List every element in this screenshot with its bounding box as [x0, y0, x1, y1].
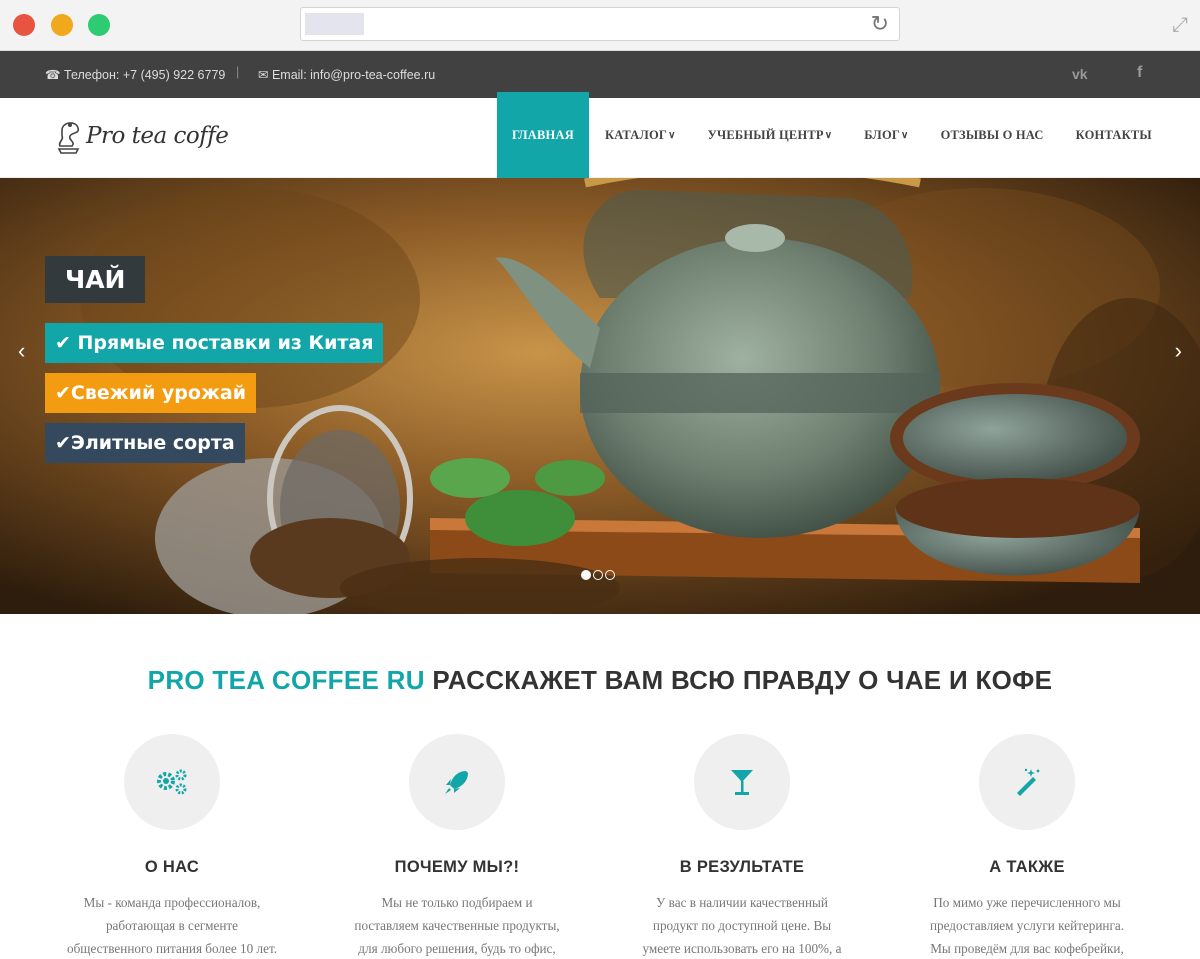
email-text: Email: info@pro-tea-coffee.ru: [271, 68, 436, 82]
feature-title: О НАС: [144, 858, 200, 876]
slide-bullet: ✔ Прямые поставки из Китая: [45, 323, 384, 363]
nav-label: ГЛАВНАЯ: [512, 127, 574, 142]
nav-reviews[interactable]: ОТЗЫВЫ О НАС: [925, 92, 1060, 178]
chevron-down-icon: ∨: [668, 129, 676, 141]
feature-icon-circle: [409, 734, 505, 830]
slide-dot[interactable]: [605, 570, 615, 580]
site-logo[interactable]: Pro tea coffe: [56, 116, 229, 156]
site-header: Pro tea coffe ГЛАВНАЯ КАТАЛОГ ∨ УЧЕБНЫЙ Ц…: [0, 92, 1200, 178]
nav-label: БЛОГ: [864, 127, 901, 142]
slider-pagination: [581, 570, 615, 580]
feature-also: А ТАКЖЕ По мимо уже перечисленного мы пр…: [902, 696, 1152, 959]
url-placeholder: [305, 13, 364, 35]
chevron-down-icon: ∨: [901, 129, 909, 141]
nav-training-center[interactable]: УЧЕБНЫЙ ЦЕНТР ∨: [692, 92, 849, 178]
feature-why-us: ПОЧЕМУ МЫ?! Мы не только подбираем и пос…: [332, 696, 582, 959]
feature-icon-circle: [124, 734, 220, 830]
feature-title: В РЕЗУЛЬТАТЕ: [679, 858, 805, 876]
nav-blog[interactable]: БЛОГ ∨: [848, 92, 924, 178]
vk-icon[interactable]: vk: [1072, 66, 1088, 82]
nav-home[interactable]: ГЛАВНАЯ: [497, 92, 589, 178]
reload-icon[interactable]: ↻: [871, 13, 889, 35]
facebook-icon[interactable]: f: [1137, 64, 1142, 82]
nav-label: УЧЕБНЫЙ ЦЕНТР: [707, 127, 824, 142]
section-headline: PRO TEA COFFEE RU РАССКАЖЕТ ВАМ ВСЮ ПРАВ…: [0, 665, 1200, 696]
feature-text: У вас в наличии качественный продукт по …: [642, 895, 842, 956]
fullscreen-icon[interactable]: ⤢: [1172, 14, 1188, 37]
main-nav: ГЛАВНАЯ КАТАЛОГ ∨ УЧЕБНЫЙ ЦЕНТР ∨ БЛОГ ∨ ОТ…: [497, 92, 1168, 178]
rocket-icon: [445, 771, 468, 794]
phone-text: Телефон: +7 (495) 922 6779: [64, 68, 226, 82]
maximize-window-button[interactable]: [88, 14, 110, 36]
hero-slider: ЧАЙ ✔ Прямые поставки из Китая ✔Свежий у…: [0, 178, 1200, 614]
next-slide-arrow-icon[interactable]: ›: [1175, 338, 1182, 364]
address-bar[interactable]: ↻: [300, 7, 900, 41]
feature-title: А ТАКЖЕ: [989, 858, 1065, 876]
slide-title: ЧАЙ: [45, 256, 146, 303]
features-section: О НАС Мы - команда профессионалов, работ…: [0, 696, 1200, 956]
phone-info: ☎ Телефон: +7 (495) 922 6779: [45, 68, 226, 82]
feature-text: Мы - команда профессионалов, работающая …: [67, 895, 278, 956]
gears-icon: [157, 769, 187, 795]
nav-contacts[interactable]: КОНТАКТЫ: [1060, 92, 1168, 178]
headline-accent: PRO TEA COFFEE RU: [147, 665, 425, 695]
nav-label: КОНТАКТЫ: [1075, 127, 1152, 142]
top-info-bar: ☎ Телефон: +7 (495) 922 6779 | ✉ Email: …: [0, 51, 1200, 98]
feature-result: В РЕЗУЛЬТАТЕ У вас в наличии качественны…: [617, 696, 867, 959]
magic-wand-icon: [1017, 768, 1040, 796]
feature-text: Мы не только подбираем и поставляем каче…: [354, 895, 560, 956]
browser-chrome: ↻ ⤢: [0, 0, 1200, 51]
slide-bullet: ✔Свежий урожай: [45, 373, 257, 413]
feature-about: О НАС Мы - команда профессионалов, работ…: [47, 696, 297, 959]
feature-icon-circle: [979, 734, 1075, 830]
nav-catalog[interactable]: КАТАЛОГ ∨: [589, 92, 692, 178]
nav-label: КАТАЛОГ: [604, 127, 668, 142]
teapot-logo-icon: [57, 122, 80, 154]
prev-slide-arrow-icon[interactable]: ‹: [18, 338, 25, 364]
feature-text: По мимо уже перечисленного мы предоставл…: [929, 895, 1125, 956]
feature-icon-circle: [694, 734, 790, 830]
divider: |: [236, 65, 240, 79]
close-window-button[interactable]: [13, 14, 35, 36]
slide-dot[interactable]: [581, 570, 591, 580]
slide-bullet: ✔Элитные сорта: [45, 423, 245, 463]
chevron-down-icon: ∨: [824, 129, 833, 141]
slide-dot[interactable]: [593, 570, 603, 580]
minimize-window-button[interactable]: [51, 14, 73, 36]
feature-title: ПОЧЕМУ МЫ?!: [394, 858, 520, 876]
logo-text: Pro tea coffe: [86, 123, 229, 149]
email-info[interactable]: ✉ Email: info@pro-tea-coffee.ru: [258, 67, 435, 82]
headline-rest: РАССКАЖЕТ ВАМ ВСЮ ПРАВДУ О ЧАЕ И КОФЕ: [424, 665, 1053, 695]
nav-label: ОТЗЫВЫ О НАС: [940, 127, 1044, 142]
cocktail-icon: [731, 770, 753, 795]
